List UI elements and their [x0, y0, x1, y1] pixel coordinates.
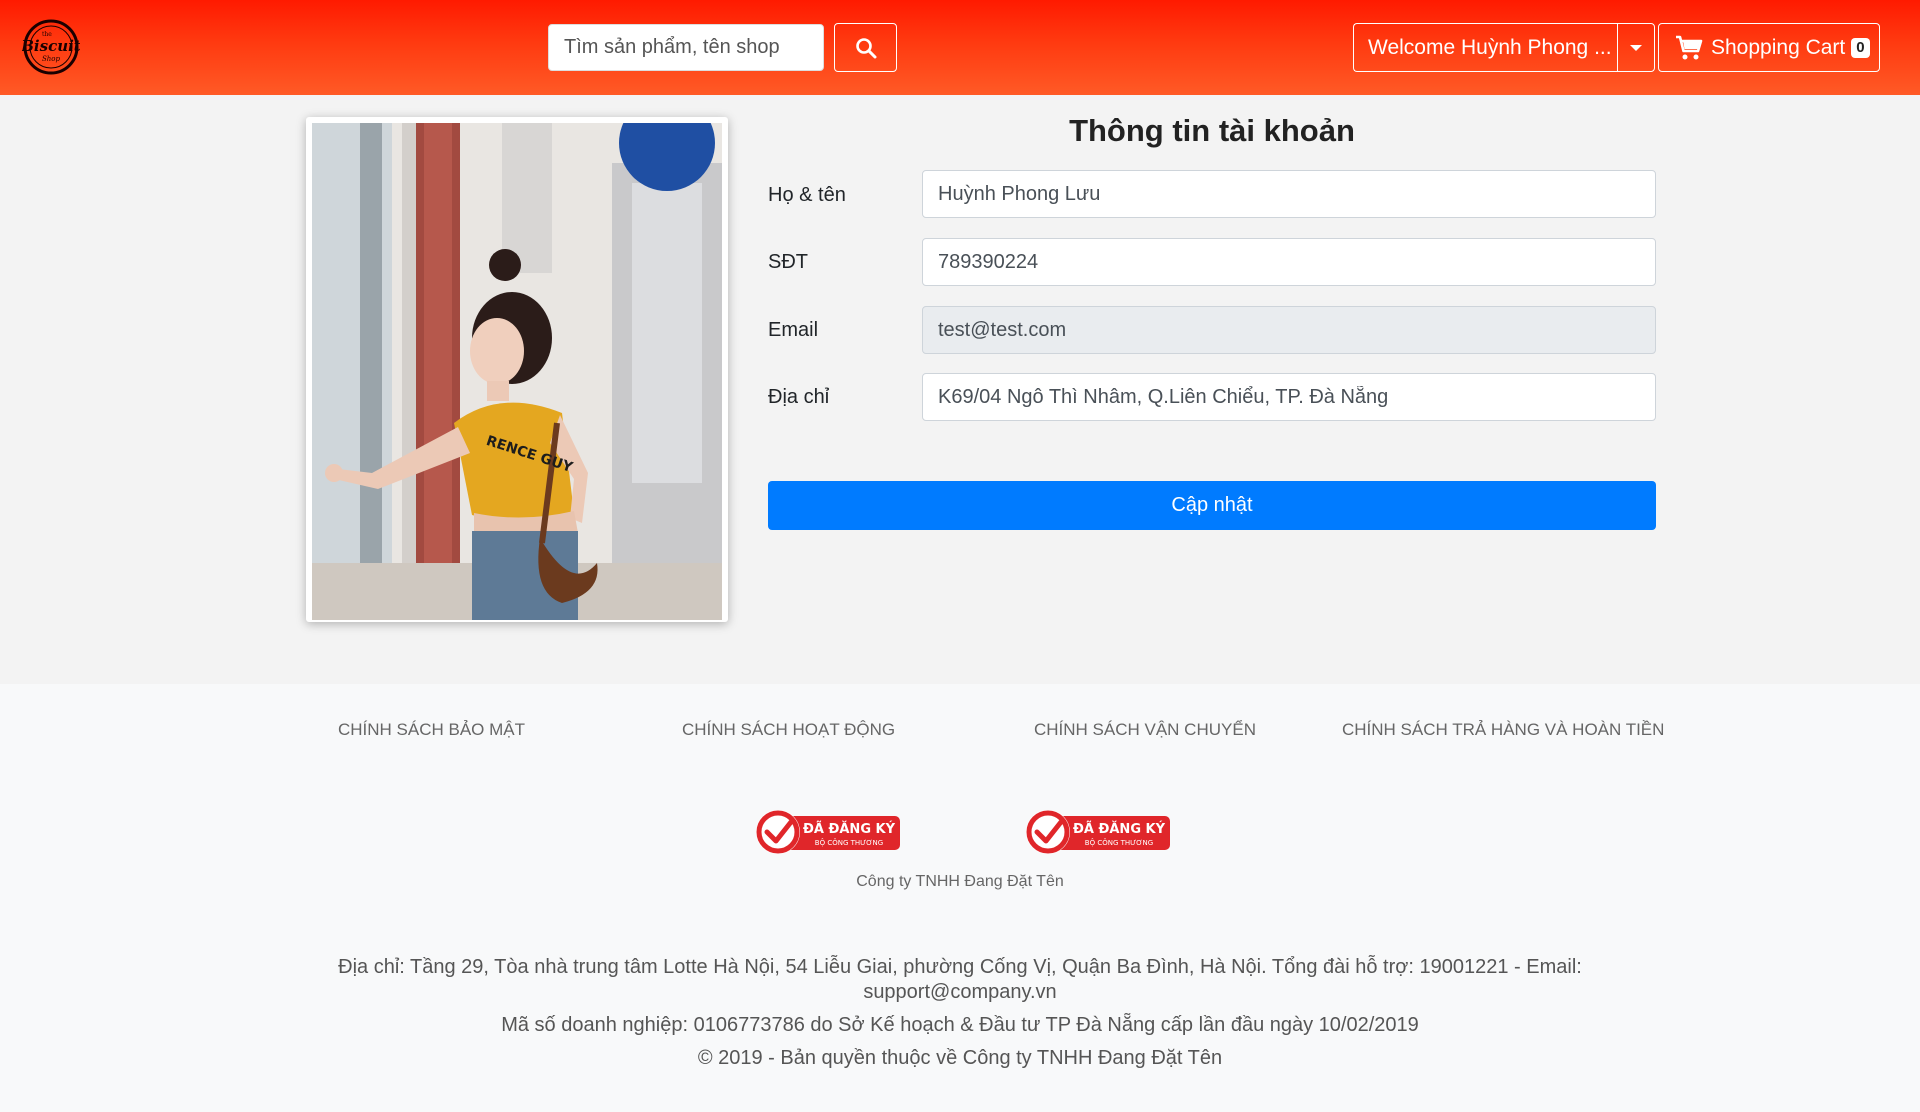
cart-count-badge: 0 [1851, 37, 1870, 58]
logo[interactable]: Biscuit the Shop [22, 18, 80, 76]
profile-photo-frame: RENCE GUY [306, 95, 728, 622]
search-button[interactable] [834, 23, 897, 72]
search-icon [855, 37, 876, 58]
email-field [922, 306, 1656, 354]
footer-address: Địa chỉ: Tầng 29, Tòa nhà trung tâm Lott… [338, 956, 1582, 1003]
name-field[interactable] [922, 170, 1656, 218]
policy-link-shipping[interactable]: Chính sách vận chuyển [1034, 720, 1256, 740]
update-button[interactable]: Cập nhật [768, 481, 1656, 530]
address-field[interactable] [922, 373, 1656, 421]
policy-link-privacy[interactable]: Chính sách bảo mật [338, 720, 525, 740]
name-label: Họ & tên [768, 184, 846, 206]
user-menu-toggle[interactable] [1617, 23, 1655, 72]
address-label: Địa chỉ [768, 386, 830, 408]
svg-text:BỘ CÔNG THƯƠNG: BỘ CÔNG THƯƠNG [815, 838, 883, 847]
welcome-button[interactable]: Welcome Huỳnh Phong ... [1353, 23, 1617, 72]
footer-company-name: Công ty TNHH Đang Đặt Tên [856, 873, 1064, 890]
phone-field[interactable] [922, 238, 1656, 286]
user-menu: Welcome Huỳnh Phong ... [1353, 23, 1655, 72]
page-title: Thông tin tài khoản [1069, 113, 1355, 148]
policy-link-refund[interactable]: Chính sách trả hàng và hoàn tiền [1342, 720, 1664, 740]
policy-link-operation[interactable]: Chính sách hoạt động [682, 720, 895, 740]
footer-business-info: Mã số doanh nghiệp: 0106773786 do Sở Kế … [501, 1014, 1419, 1036]
registered-badge[interactable]: ĐÃ ĐĂNG KÝ BỘ CÔNG THƯƠNG [1024, 808, 1172, 856]
footer-copyright: © 2019 - Bản quyền thuộc về Công ty TNHH… [697, 1047, 1223, 1069]
svg-text:BỘ CÔNG THƯƠNG: BỘ CÔNG THƯƠNG [1085, 838, 1153, 847]
email-label: Email [768, 319, 819, 341]
cart-icon [1676, 35, 1703, 59]
search-input[interactable] [548, 24, 824, 71]
svg-text:the: the [42, 31, 52, 38]
profile-photo: RENCE GUY [312, 95, 722, 620]
phone-label: SĐT [768, 251, 808, 273]
svg-text:ĐÃ ĐĂNG KÝ: ĐÃ ĐĂNG KÝ [803, 821, 896, 837]
header: Biscuit the Shop Welcome Huỳnh Phong ...… [0, 0, 1920, 95]
svg-text:Shop: Shop [42, 55, 61, 63]
shopping-cart-button[interactable]: Shopping Cart 0 [1658, 23, 1880, 72]
caret-down-icon [1630, 44, 1642, 51]
svg-text:Biscuit: Biscuit [22, 37, 80, 55]
svg-text:ĐÃ ĐĂNG KÝ: ĐÃ ĐĂNG KÝ [1073, 821, 1166, 837]
cart-label: Shopping Cart [1711, 35, 1846, 59]
registered-badge[interactable]: ĐÃ ĐĂNG KÝ BỘ CÔNG THƯƠNG [754, 808, 902, 856]
